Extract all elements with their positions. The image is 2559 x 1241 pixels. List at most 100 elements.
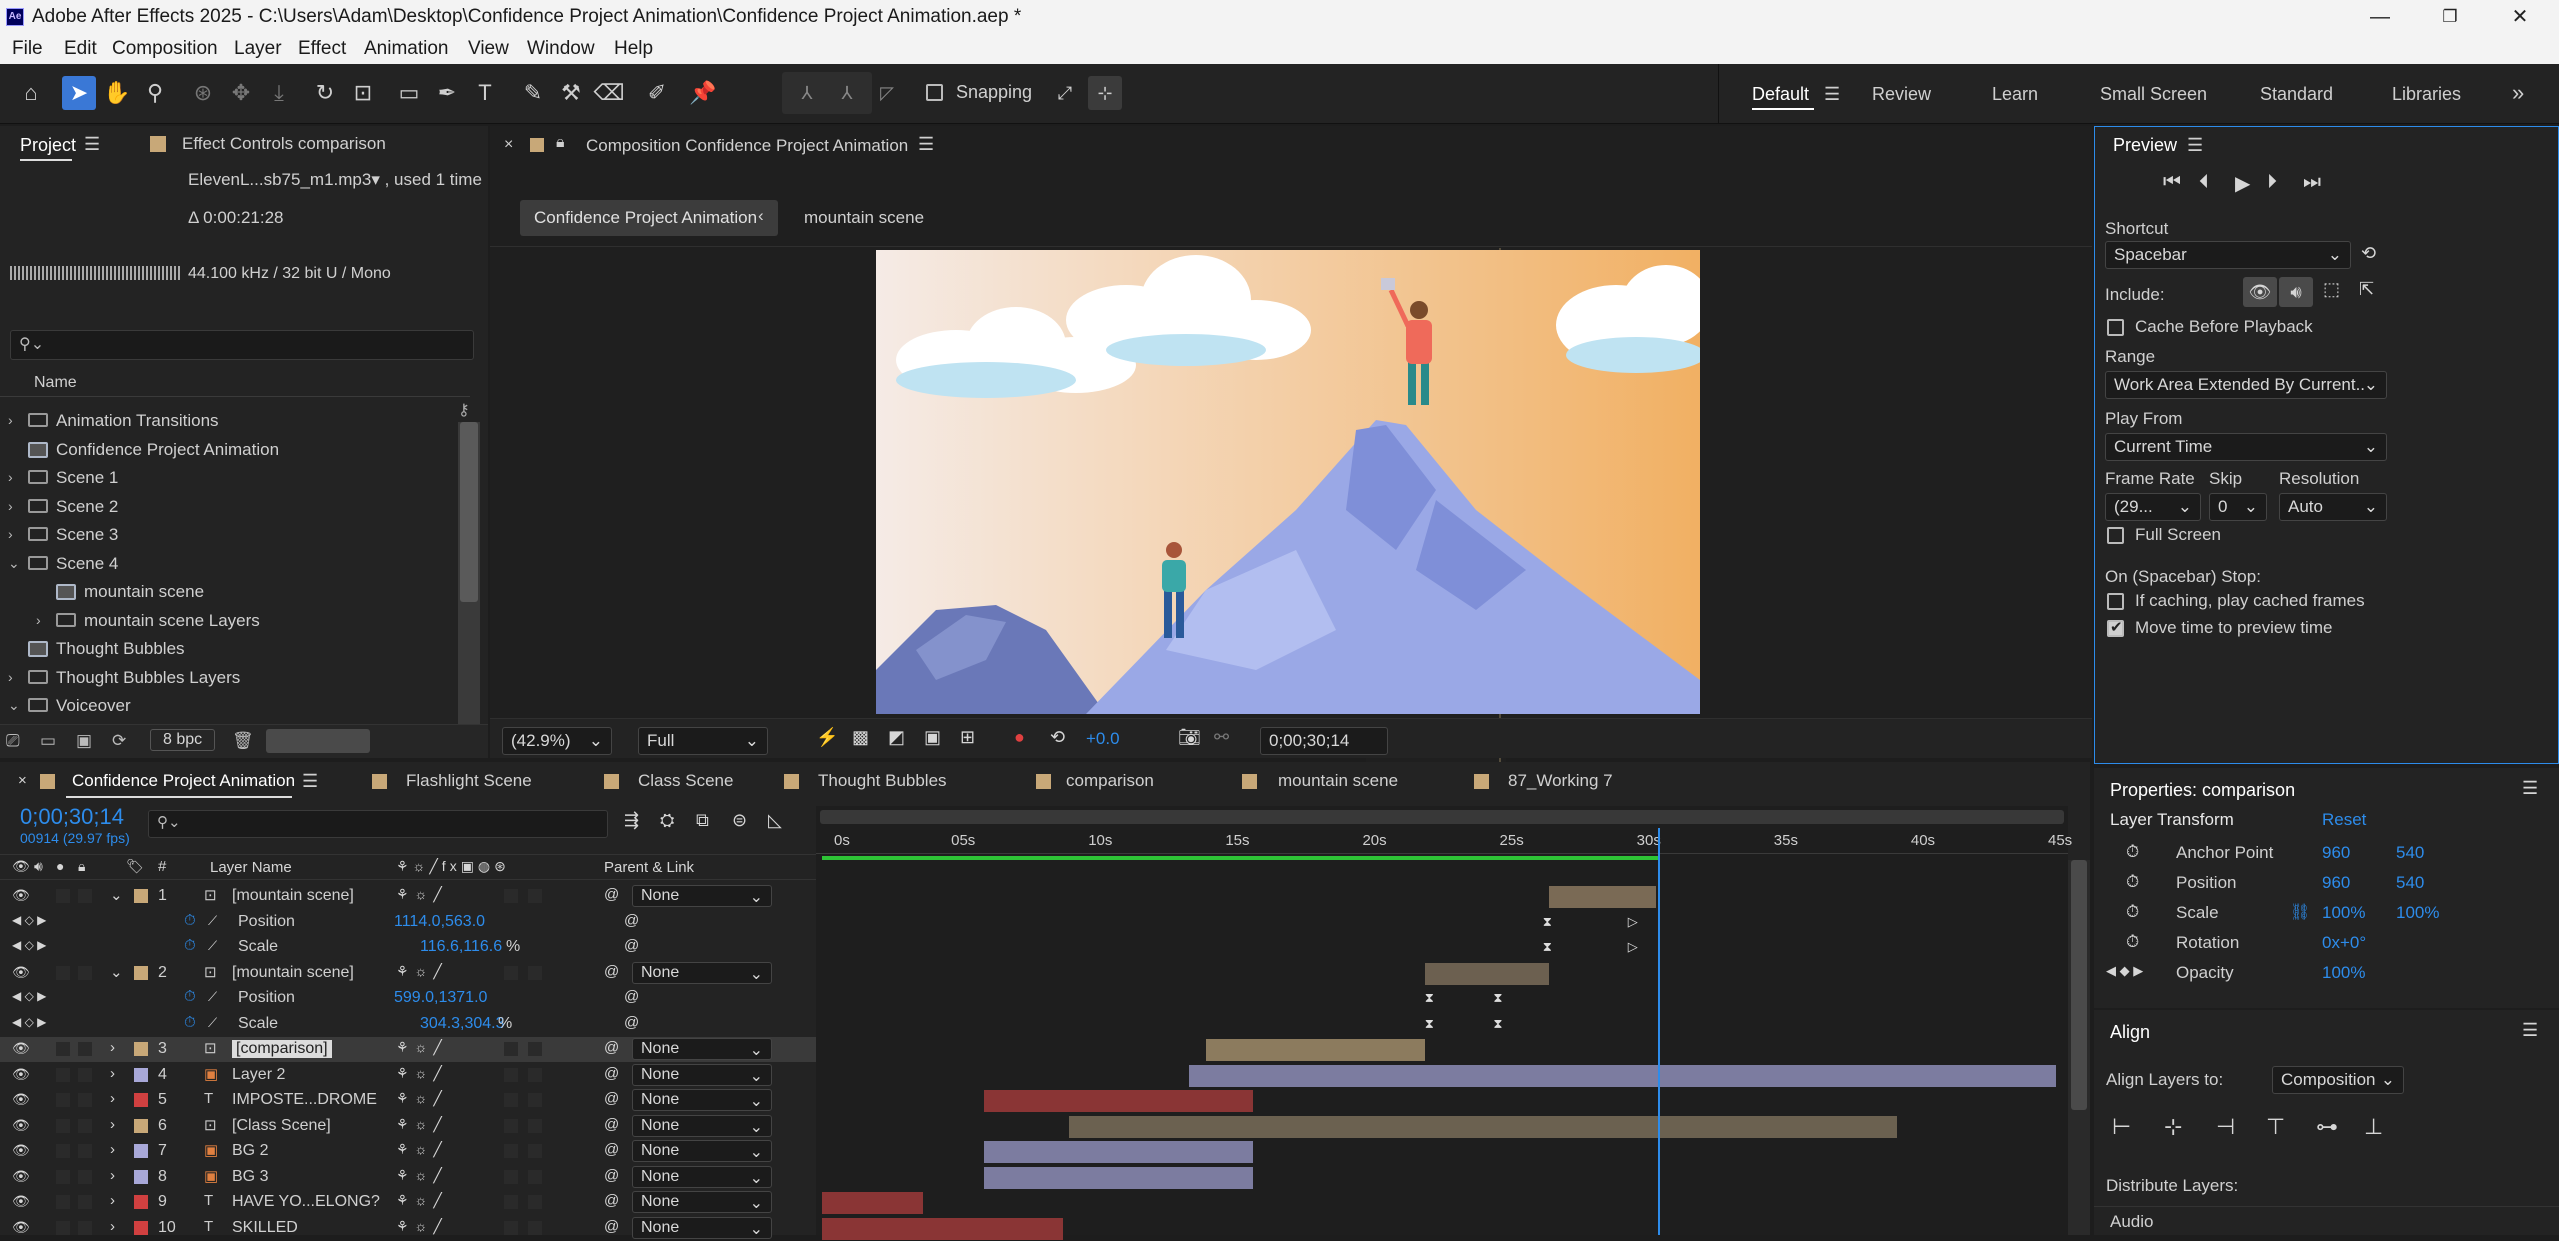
parent-dropdown[interactable]: None ⌄ (632, 961, 772, 984)
keyframe-icon[interactable]: ⧗ (1543, 914, 1552, 930)
layer-duration-bar[interactable] (1425, 962, 1549, 985)
shy-layers-icon[interactable]: ⧉ (696, 810, 709, 831)
snapshot-icon[interactable]: 📷︎ (1178, 727, 1201, 748)
new-folder-icon[interactable]: ▭ (40, 731, 56, 751)
pen-tool-icon[interactable]: ✒ (430, 76, 464, 110)
preview-menu-icon[interactable]: ☰ (2187, 135, 2203, 156)
solo-switch[interactable] (56, 1195, 70, 1209)
pick-whip-icon[interactable]: @ (604, 963, 619, 980)
visibility-eye-icon[interactable]: 👁︎ (12, 1091, 30, 1108)
project-scrollbar[interactable] (458, 422, 480, 732)
chevron-down-icon[interactable]: ⌄ (110, 963, 123, 981)
pick-whip-icon[interactable]: @ (604, 1167, 619, 1184)
project-item[interactable]: › Scene 3 (0, 522, 456, 548)
motion-blur-switch[interactable] (504, 1220, 518, 1235)
parent-dropdown[interactable]: None ⌄ (632, 1140, 772, 1162)
rectangle-tool-icon[interactable]: ▭ (392, 76, 426, 110)
video-column-icon[interactable]: 👁︎ (12, 858, 30, 875)
motion-blur-switch[interactable] (504, 1195, 518, 1209)
new-composition-icon[interactable]: ▣ (76, 731, 92, 751)
properties-menu-icon[interactable]: ☰ (2522, 778, 2538, 799)
keyframe-icon[interactable]: ▷ (1628, 914, 1638, 930)
visibility-eye-icon[interactable]: 👁︎ (12, 887, 30, 904)
breadcrumb-child-comp[interactable]: mountain scene (804, 208, 924, 228)
layer-row[interactable]: 👁︎ › 3 ⊡ [comparison] ⚘☼╱ @ None ⌄ (0, 1037, 816, 1062)
stopwatch-icon[interactable]: ⏱︎ (184, 1014, 196, 1031)
layer-switches[interactable]: ⚘☼╱ (396, 1039, 448, 1056)
solo-switch[interactable] (56, 1093, 70, 1107)
property-row[interactable]: ◀ ◇ ▶ ⏱︎ ⟋ Scale 116.6,116.6% @ (0, 935, 816, 960)
layer-switches[interactable]: ⚘☼╱ (396, 1167, 448, 1184)
pick-whip-icon[interactable]: @ (624, 937, 639, 954)
timeline-tab[interactable]: Flashlight Scene (406, 771, 532, 791)
audio-column-icon[interactable]: 🔊︎ (34, 858, 43, 875)
pick-whip-icon[interactable]: @ (604, 1090, 619, 1107)
composition-tab[interactable]: Composition Confidence Project Animation (586, 136, 908, 156)
transparency-grid-icon[interactable]: ▩ (852, 727, 869, 748)
lock-switch[interactable] (78, 1118, 92, 1133)
keyframe-navigator-icon[interactable]: ◀ ◇ ▶ (12, 1015, 46, 1029)
adjustment-switch[interactable] (528, 1042, 542, 1056)
label-color-swatch[interactable] (134, 1067, 148, 1082)
label-color-swatch[interactable] (134, 1220, 148, 1235)
adjustment-switch[interactable] (528, 1220, 542, 1235)
world-axis-icon[interactable]: ⅄ (830, 76, 864, 110)
preview-resolution-dropdown[interactable]: Auto ⌄ (2279, 493, 2387, 521)
solo-switch[interactable] (56, 1220, 70, 1235)
hand-tool-icon[interactable]: ✋ (100, 76, 134, 110)
menu-file[interactable]: File (12, 38, 43, 60)
layer-duration-bar[interactable] (1548, 886, 1656, 908)
solo-switch[interactable] (56, 965, 70, 980)
layer-name-header[interactable]: Layer Name (210, 859, 292, 876)
lock-switch[interactable] (78, 1093, 92, 1107)
stopwatch-icon[interactable]: ⏱︎ (2126, 902, 2139, 922)
project-item[interactable]: › Scene 2 (0, 494, 456, 520)
project-item[interactable]: › mountain scene Layers (0, 608, 456, 634)
include-video-icon[interactable]: 👁︎ (2243, 277, 2277, 307)
chevron-right-icon[interactable]: › (8, 498, 13, 514)
adjustment-switch[interactable] (528, 1144, 542, 1158)
home-icon[interactable]: ⌂ (14, 76, 48, 110)
cache-before-playback-checkbox[interactable] (2107, 319, 2124, 336)
visibility-eye-icon[interactable]: 👁︎ (12, 1219, 30, 1236)
pick-whip-icon[interactable]: @ (624, 912, 639, 929)
trash-icon[interactable]: 🗑 (232, 731, 254, 751)
thumbnail-transparency-slider[interactable] (266, 729, 370, 753)
keyframe-icon[interactable]: ⧗ (1425, 1016, 1434, 1032)
selection-tool-icon[interactable]: ➤ (62, 76, 96, 110)
keyframe-icon[interactable]: ⧗ (1543, 939, 1552, 955)
project-item[interactable]: ⌄ Voiceover (0, 693, 456, 719)
layer-switches[interactable]: ⚘☼╱ (396, 1090, 448, 1107)
clone-stamp-tool-icon[interactable]: ⚒ (554, 76, 588, 110)
rotate-tool-icon[interactable]: ↻ (308, 76, 342, 110)
transform-value-2[interactable]: 100% (2396, 903, 2439, 923)
timeline-tab[interactable]: comparison (1066, 771, 1154, 791)
show-snapshot-icon[interactable]: ⚯ (1214, 727, 1229, 748)
visibility-eye-icon[interactable]: 👁︎ (12, 1066, 30, 1083)
workspace-libraries[interactable]: Libraries (2392, 84, 2461, 105)
layer-switches[interactable]: ⚘☼╱ (396, 1192, 448, 1209)
menu-help[interactable]: Help (614, 38, 653, 60)
workspace-learn[interactable]: Learn (1992, 84, 2038, 105)
project-item[interactable]: Confidence Project Animation (0, 437, 456, 463)
motion-blur-switch[interactable] (504, 1144, 518, 1158)
shortcut-dropdown[interactable]: Spacebar ⌄ (2105, 241, 2351, 269)
chevron-down-icon[interactable]: ⌄ (110, 886, 123, 904)
time-navigator[interactable] (820, 810, 2064, 824)
property-row[interactable]: ◀ ◇ ▶ ⏱︎ ⟋ Position 1114.0,563.0 @ (0, 910, 816, 935)
project-item[interactable]: Thought Bubbles (0, 636, 456, 662)
constrain-proportions-icon[interactable]: ⛓ (2290, 902, 2310, 922)
parent-dropdown[interactable]: None ⌄ (632, 885, 772, 907)
project-item[interactable]: ⌄ Scene 4 (0, 551, 456, 577)
layer-row[interactable]: 👁︎ › 4 ▣ Layer 2 ⚘☼╱ @ None ⌄ (0, 1063, 816, 1088)
layer-row[interactable]: 👁︎ › 5 T IMPOSTE...DROME ⚘☼╱ @ None ⌄ (0, 1088, 816, 1113)
motion-blur-switch[interactable] (504, 1169, 518, 1184)
work-area-bar[interactable] (822, 856, 1659, 860)
bit-depth-button[interactable]: 8 bpc (150, 729, 216, 751)
resolution-dropdown[interactable]: Full ⌄ (638, 727, 768, 755)
pan-behind-tool-icon[interactable]: ⊡ (346, 76, 380, 110)
close-button[interactable]: ✕ (2490, 2, 2550, 32)
menu-view[interactable]: View (468, 38, 509, 60)
chevron-right-icon[interactable]: › (110, 1192, 115, 1209)
transform-value-1[interactable]: 0x+0° (2322, 933, 2366, 953)
